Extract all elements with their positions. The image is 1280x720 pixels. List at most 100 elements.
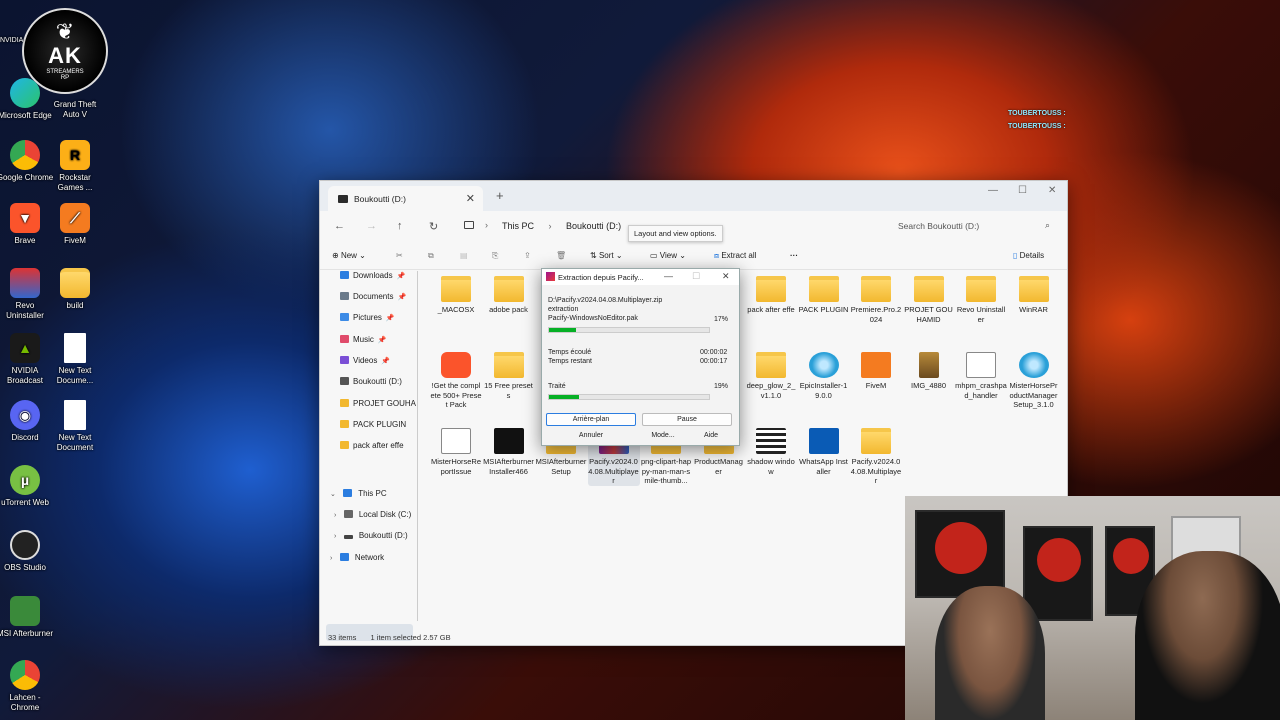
new-button[interactable]: ⊕ New ⌄ [332, 251, 366, 260]
view-button[interactable]: ▭ View ⌄ [650, 251, 686, 260]
nav-network[interactable]: › Network [330, 553, 384, 562]
file-item[interactable]: mhpm_crashpad_handler [955, 352, 1007, 400]
nav-item-boukoutti-d-[interactable]: Boukoutti (D:) [340, 377, 402, 386]
nav-label: This PC [358, 489, 387, 498]
minimize-button[interactable]: — [664, 271, 673, 281]
desktop-icon-lahcen-chrome[interactable]: Lahcen - Chrome [0, 660, 54, 713]
folder-icon [1018, 276, 1049, 302]
desktop-icon-gta[interactable]: Grand Theft Auto V [46, 100, 104, 120]
nvidia-icon: ▲ [10, 333, 40, 363]
desktop-icon-text-doc-2[interactable]: New Text Document [46, 400, 104, 453]
folder-icon [340, 420, 349, 428]
search-input[interactable]: Search Boukoutti (D:) ⌕ [890, 214, 1060, 238]
help-button[interactable]: Aide [688, 430, 734, 443]
more-options-icon[interactable]: ··· [790, 251, 798, 260]
nav-local-disk[interactable]: › Local Disk (C:) [334, 510, 411, 519]
breadcrumb-this-pc[interactable]: This PC [502, 221, 534, 231]
extract-all-button[interactable]: ⧈ Extract all [714, 251, 756, 261]
copy-icon[interactable]: ⧉ [428, 251, 434, 261]
explorer-tab[interactable]: Boukoutti (D:) ✕ [328, 186, 483, 211]
desktop-icon-text-doc-1[interactable]: New Text Docume... [46, 333, 104, 386]
desktop-icon-obs[interactable]: OBS Studio [0, 530, 54, 573]
pin-icon: 📌 [385, 315, 395, 322]
image-icon [918, 352, 939, 378]
nav-item-videos[interactable]: Videos 📌 [340, 356, 390, 365]
file-item[interactable]: Pacify.v2024.04.08.Multiplayer [850, 428, 902, 486]
sort-label: Sort [598, 251, 614, 260]
file-item[interactable]: 15 Free presets [483, 352, 535, 400]
file-name: WinRAR [1019, 305, 1048, 314]
file-item[interactable]: WinRAR [1008, 276, 1060, 315]
file-item[interactable]: IMG_4880 [903, 352, 955, 391]
nav-item-pack-after-effe[interactable]: pack after effe [340, 441, 404, 450]
close-dialog-button[interactable]: ✕ [722, 271, 730, 282]
file-item[interactable]: shadow window [745, 428, 797, 476]
file-item[interactable]: WhatsApp Installer [798, 428, 850, 476]
file-item[interactable]: EpicInstaller-19.0.0 [798, 352, 850, 400]
file-item[interactable]: _MACOSX [430, 276, 482, 315]
file-item[interactable]: PROJET GOUHAMID [903, 276, 955, 324]
delete-icon[interactable]: 🗑 [556, 251, 566, 260]
file-item[interactable]: Premiere.Pro.2024 [850, 276, 902, 324]
desktop-icon-utorrent[interactable]: µ uTorrent Web [0, 465, 54, 508]
file-name: MSIAfterburnerInstaller466 [483, 457, 534, 476]
nav-item-pack-plugin[interactable]: PACK PLUGIN [340, 420, 406, 429]
sort-button[interactable]: ⇅ Sort ⌄ [590, 251, 623, 260]
cancel-button[interactable]: Annuler [546, 430, 636, 443]
desktop-icon-build[interactable]: build [46, 268, 104, 311]
phoenix-icon: ❦ [55, 19, 75, 44]
file-item[interactable]: MSIAfterburnerInstaller466 [483, 428, 535, 476]
close-window-button[interactable]: ✕ [1048, 185, 1056, 196]
desktop-icon-msi[interactable]: MSI Afterburner [0, 596, 54, 639]
nav-item-music[interactable]: Music 📌 [340, 335, 387, 344]
file-item[interactable]: PACK PLUGIN [798, 276, 850, 315]
details-button[interactable]: ▯ Details [1013, 251, 1044, 260]
file-item[interactable]: adobe pack [483, 276, 535, 315]
mode-button[interactable]: Mode... [638, 430, 688, 443]
pause-button[interactable]: Pause [642, 413, 732, 426]
title-bar: Boukoutti (D:) ✕ + — ☐ ✕ [320, 181, 1067, 211]
selection-info: 1 item selected 2.57 GB [370, 633, 451, 642]
file-item[interactable]: pack after effe [745, 276, 797, 315]
cut-icon[interactable]: ✂ [396, 251, 403, 260]
up-button[interactable]: ↑ [397, 220, 403, 232]
chevron-right-icon: › [548, 221, 552, 231]
file-name: PROJET GOUHAMID [904, 305, 953, 324]
breadcrumb-current[interactable]: Boukoutti (D:) [566, 221, 621, 231]
share-icon[interactable]: ⇪ [524, 251, 531, 260]
file-item[interactable]: FiveM [850, 352, 902, 391]
streamer-person [935, 586, 1045, 720]
file-item[interactable]: MisterHorseReportIssue [430, 428, 482, 476]
folder-icon [756, 352, 786, 378]
desktop-icon-fivem[interactable]: ⟋ FiveM [46, 203, 104, 246]
file-item[interactable]: MisterHorseProductManagerSetup_3.1.0 [1008, 352, 1060, 410]
desktop-icon-nvidia[interactable]: NVIDIA [0, 36, 23, 46]
maximize-button[interactable]: ☐ [1018, 185, 1027, 196]
file-item[interactable]: deep_glow_2_v1.1.0 [745, 352, 797, 400]
nav-item-pictures[interactable]: Pictures 📌 [340, 313, 395, 322]
nav-boukoutti-drive[interactable]: › Boukoutti (D:) [334, 531, 408, 540]
refresh-button[interactable]: ↻ [429, 220, 438, 233]
minimize-button[interactable]: — [988, 185, 998, 196]
close-tab-icon[interactable]: ✕ [466, 192, 475, 205]
paste-icon[interactable]: ▤ [460, 251, 468, 260]
maximize-button[interactable]: ☐ [692, 271, 700, 282]
nav-item-downloads[interactable]: Downloads 📌 [340, 271, 405, 280]
background-button[interactable]: Arrière-plan [546, 413, 636, 426]
nav-item-projet-gouha[interactable]: PROJET GOUHA [340, 399, 416, 408]
desktop-icon-label: build [66, 301, 84, 310]
desktop-icon-label: FiveM [64, 236, 86, 245]
forward-button[interactable]: → [366, 220, 377, 232]
nav-this-pc[interactable]: ⌄ This PC [330, 489, 387, 498]
file-item[interactable]: !Get the complete 500+ Preset Pack [430, 352, 482, 410]
desktop-icon-rockstar[interactable]: R Rockstar Games ... [46, 140, 104, 193]
file-grid: _MACOSX adobe pack pack after effe PACK PLU… [430, 276, 1060, 506]
back-button[interactable]: ← [334, 220, 345, 232]
file-name: Premiere.Pro.2024 [850, 305, 902, 324]
status-bar: 33 items 1 item selected 2.57 GB [328, 633, 451, 642]
new-tab-button[interactable]: + [496, 188, 504, 203]
rename-icon[interactable]: ⎘ [492, 251, 498, 261]
file-item[interactable]: Revo Uninstaller [955, 276, 1007, 324]
nav-item-documents[interactable]: Documents 📌 [340, 292, 406, 301]
item-count: 33 items [328, 633, 357, 642]
